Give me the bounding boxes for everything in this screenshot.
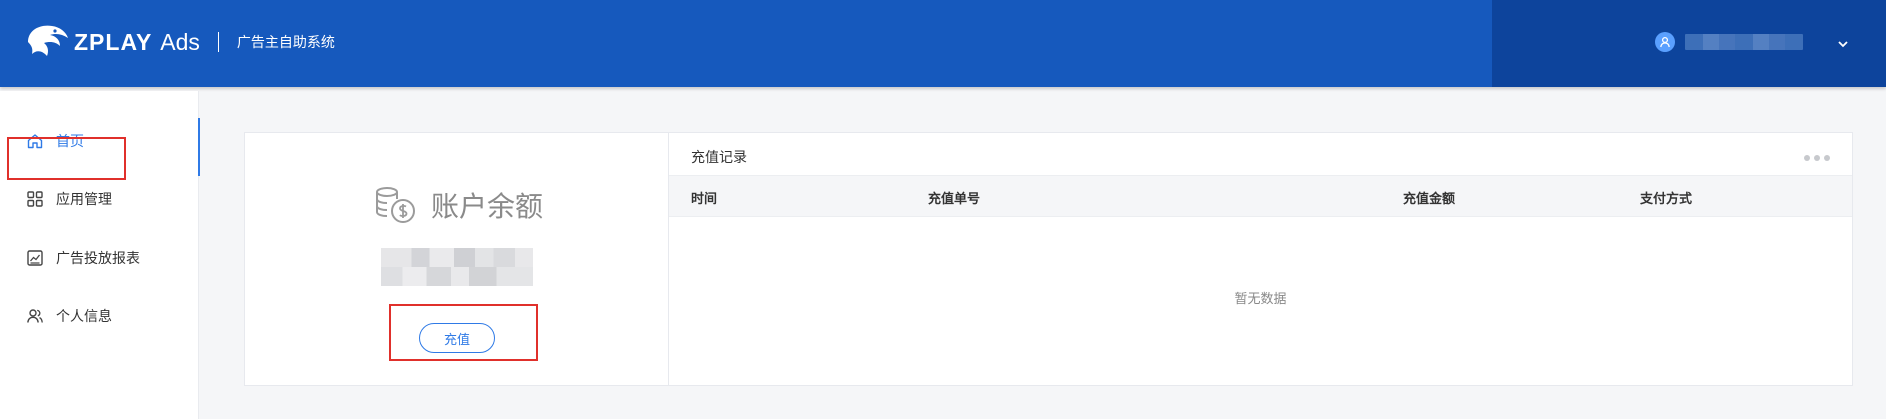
coins-icon — [376, 187, 415, 223]
table-header: 时间 充值单号 充值金额 支付方式 — [669, 175, 1852, 217]
dolphin-logo-icon — [28, 25, 68, 56]
column-header-order-no: 充值单号 — [928, 192, 981, 207]
column-header-time: 时间 — [691, 192, 718, 207]
balance-amount-redacted — [381, 248, 533, 286]
sidebar-item-reports[interactable]: 广告投放报表 — [0, 238, 199, 278]
user-icon — [1655, 32, 1675, 52]
more-dots-icon[interactable] — [1804, 155, 1830, 161]
brand-suffix: Ads — [160, 28, 200, 55]
sidebar-item-label: 应用管理 — [56, 192, 112, 208]
top-header: ZPLAY Ads 广告主自助系统 — [0, 0, 1886, 87]
sidebar-item-label: 个人信息 — [56, 309, 112, 325]
column-header-payment-method: 支付方式 — [1640, 192, 1693, 207]
column-header-amount: 充值金额 — [1403, 192, 1456, 207]
empty-state-text: 暂无数据 — [1234, 292, 1287, 307]
sidebar-item-label: 广告投放报表 — [56, 251, 140, 267]
brand-divider — [217, 32, 219, 52]
records-title: 充值记录 — [691, 150, 747, 166]
user-menu[interactable] — [1655, 32, 1848, 52]
balance-heading: 账户余额 — [373, 185, 543, 225]
system-subtitle: 广告主自助系统 — [236, 35, 335, 51]
sidebar-item-profile[interactable]: 个人信息 — [0, 296, 199, 336]
highlight-box-recharge — [389, 304, 538, 361]
brand-name: ZPLAY — [74, 28, 153, 55]
sidebar-item-apps[interactable]: 应用管理 — [0, 179, 199, 219]
logo[interactable]: ZPLAY Ads 广告主自助系统 — [22, 20, 335, 64]
balance-title: 账户余额 — [431, 190, 544, 223]
highlight-box-home — [7, 137, 126, 180]
user-name-redacted — [1685, 34, 1803, 50]
users-icon — [27, 309, 43, 323]
chevron-down-icon[interactable] — [1837, 34, 1849, 53]
chart-icon — [27, 250, 43, 266]
grid-icon — [27, 191, 43, 207]
recharge-records-card: 充值记录 时间 充值单号 充值金额 支付方式 暂无数据 — [668, 132, 1853, 386]
